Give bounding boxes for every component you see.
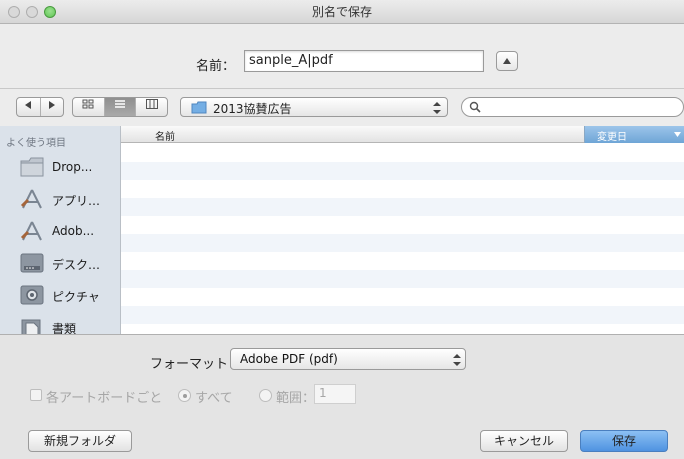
location-label: 2013協賛広告 <box>213 102 292 116</box>
location-popup[interactable]: 2013協賛広告 <box>180 97 448 117</box>
list-view-button[interactable] <box>104 98 137 116</box>
list-header: 名前 変更日 <box>121 126 684 143</box>
per-artboard-label: 各アートボードごと <box>46 391 163 406</box>
range-input[interactable]: 1 <box>314 384 356 404</box>
chevron-right-icon <box>48 101 55 109</box>
list-view-icon <box>115 100 125 108</box>
window-title: 別名で保存 <box>311 5 372 19</box>
radio-dot <box>183 394 187 398</box>
back-button[interactable] <box>17 98 41 116</box>
applications-icon <box>20 189 42 209</box>
table-row <box>121 288 684 306</box>
save-button[interactable]: 保存 <box>580 430 668 452</box>
column-view-button[interactable] <box>136 98 167 116</box>
column-header-date[interactable]: 変更日 <box>584 126 684 143</box>
table-row <box>121 324 684 334</box>
sidebar-item-dropbox[interactable]: Drop... <box>0 152 120 184</box>
view-mode-buttons[interactable] <box>72 97 168 117</box>
forward-button[interactable] <box>41 98 64 116</box>
per-artboard-checkbox[interactable] <box>30 389 42 401</box>
table-row <box>121 234 684 252</box>
sidebar-item-label: 書類 <box>52 322 77 334</box>
column-header-name[interactable]: 名前 <box>155 128 175 143</box>
sidebar-item-pictures[interactable]: ピクチャ <box>0 280 120 312</box>
icon-view-button[interactable] <box>73 98 105 116</box>
cancel-button[interactable]: キャンセル <box>480 430 568 452</box>
search-field[interactable] <box>461 97 684 117</box>
back-forward-buttons[interactable] <box>16 97 64 117</box>
sidebar-item-label: Drop... <box>52 160 93 174</box>
format-label: フォーマット： <box>150 357 242 372</box>
format-value: Adobe PDF (pdf) <box>240 352 338 366</box>
sort-descending-icon <box>674 132 681 137</box>
file-list[interactable]: 名前 変更日 <box>121 126 684 334</box>
camera-icon <box>20 285 44 305</box>
sidebar: よく使う項目 Drop... アプリ… Adob... デスク… ピクチャ 書類 <box>0 126 121 334</box>
table-row <box>121 270 684 288</box>
new-folder-button[interactable]: 新規フォルダ <box>28 430 132 452</box>
table-row <box>121 180 684 198</box>
table-row <box>121 252 684 270</box>
all-label: すべて <box>195 391 233 406</box>
updown-arrows-icon <box>453 354 461 366</box>
sidebar-header: よく使う項目 <box>6 138 66 149</box>
sidebar-item-label: デスク… <box>52 258 101 272</box>
table-row <box>121 306 684 324</box>
documents-icon <box>21 319 41 334</box>
chevron-left-icon <box>25 101 32 109</box>
column-view-icon <box>145 99 158 109</box>
sidebar-item-adobe[interactable]: Adob... <box>0 216 120 248</box>
table-row <box>121 162 684 180</box>
folder-icon <box>20 157 44 177</box>
sidebar-item-desktop[interactable]: デスク… <box>0 248 120 280</box>
range-label: 範囲： <box>276 391 316 406</box>
sidebar-item-documents[interactable]: 書類 <box>0 312 120 334</box>
sidebar-item-label: Adob... <box>52 224 95 238</box>
table-row <box>121 144 684 162</box>
sidebar-item-label: ピクチャ <box>52 290 100 304</box>
search-icon <box>469 101 481 113</box>
desktop-icon <box>20 253 44 273</box>
updown-arrows-icon <box>433 102 441 114</box>
table-row <box>121 216 684 234</box>
sidebar-item-label: アプリ… <box>52 194 101 208</box>
format-select[interactable]: Adobe PDF (pdf) <box>230 348 466 370</box>
sidebar-item-applications[interactable]: アプリ… <box>0 184 120 216</box>
table-row <box>121 198 684 216</box>
chevron-up-icon <box>503 58 511 64</box>
range-radio[interactable] <box>259 389 272 402</box>
folder-icon <box>191 101 207 114</box>
filename-input[interactable]: sanple_A|pdf <box>244 50 484 72</box>
expand-button[interactable] <box>496 51 518 71</box>
separator <box>0 88 684 89</box>
all-radio[interactable] <box>178 389 191 402</box>
column-header-date-label: 変更日 <box>597 132 627 143</box>
filename-label: 名前： <box>196 59 236 74</box>
applications-icon <box>20 221 42 241</box>
icon-view-icon <box>82 99 94 109</box>
